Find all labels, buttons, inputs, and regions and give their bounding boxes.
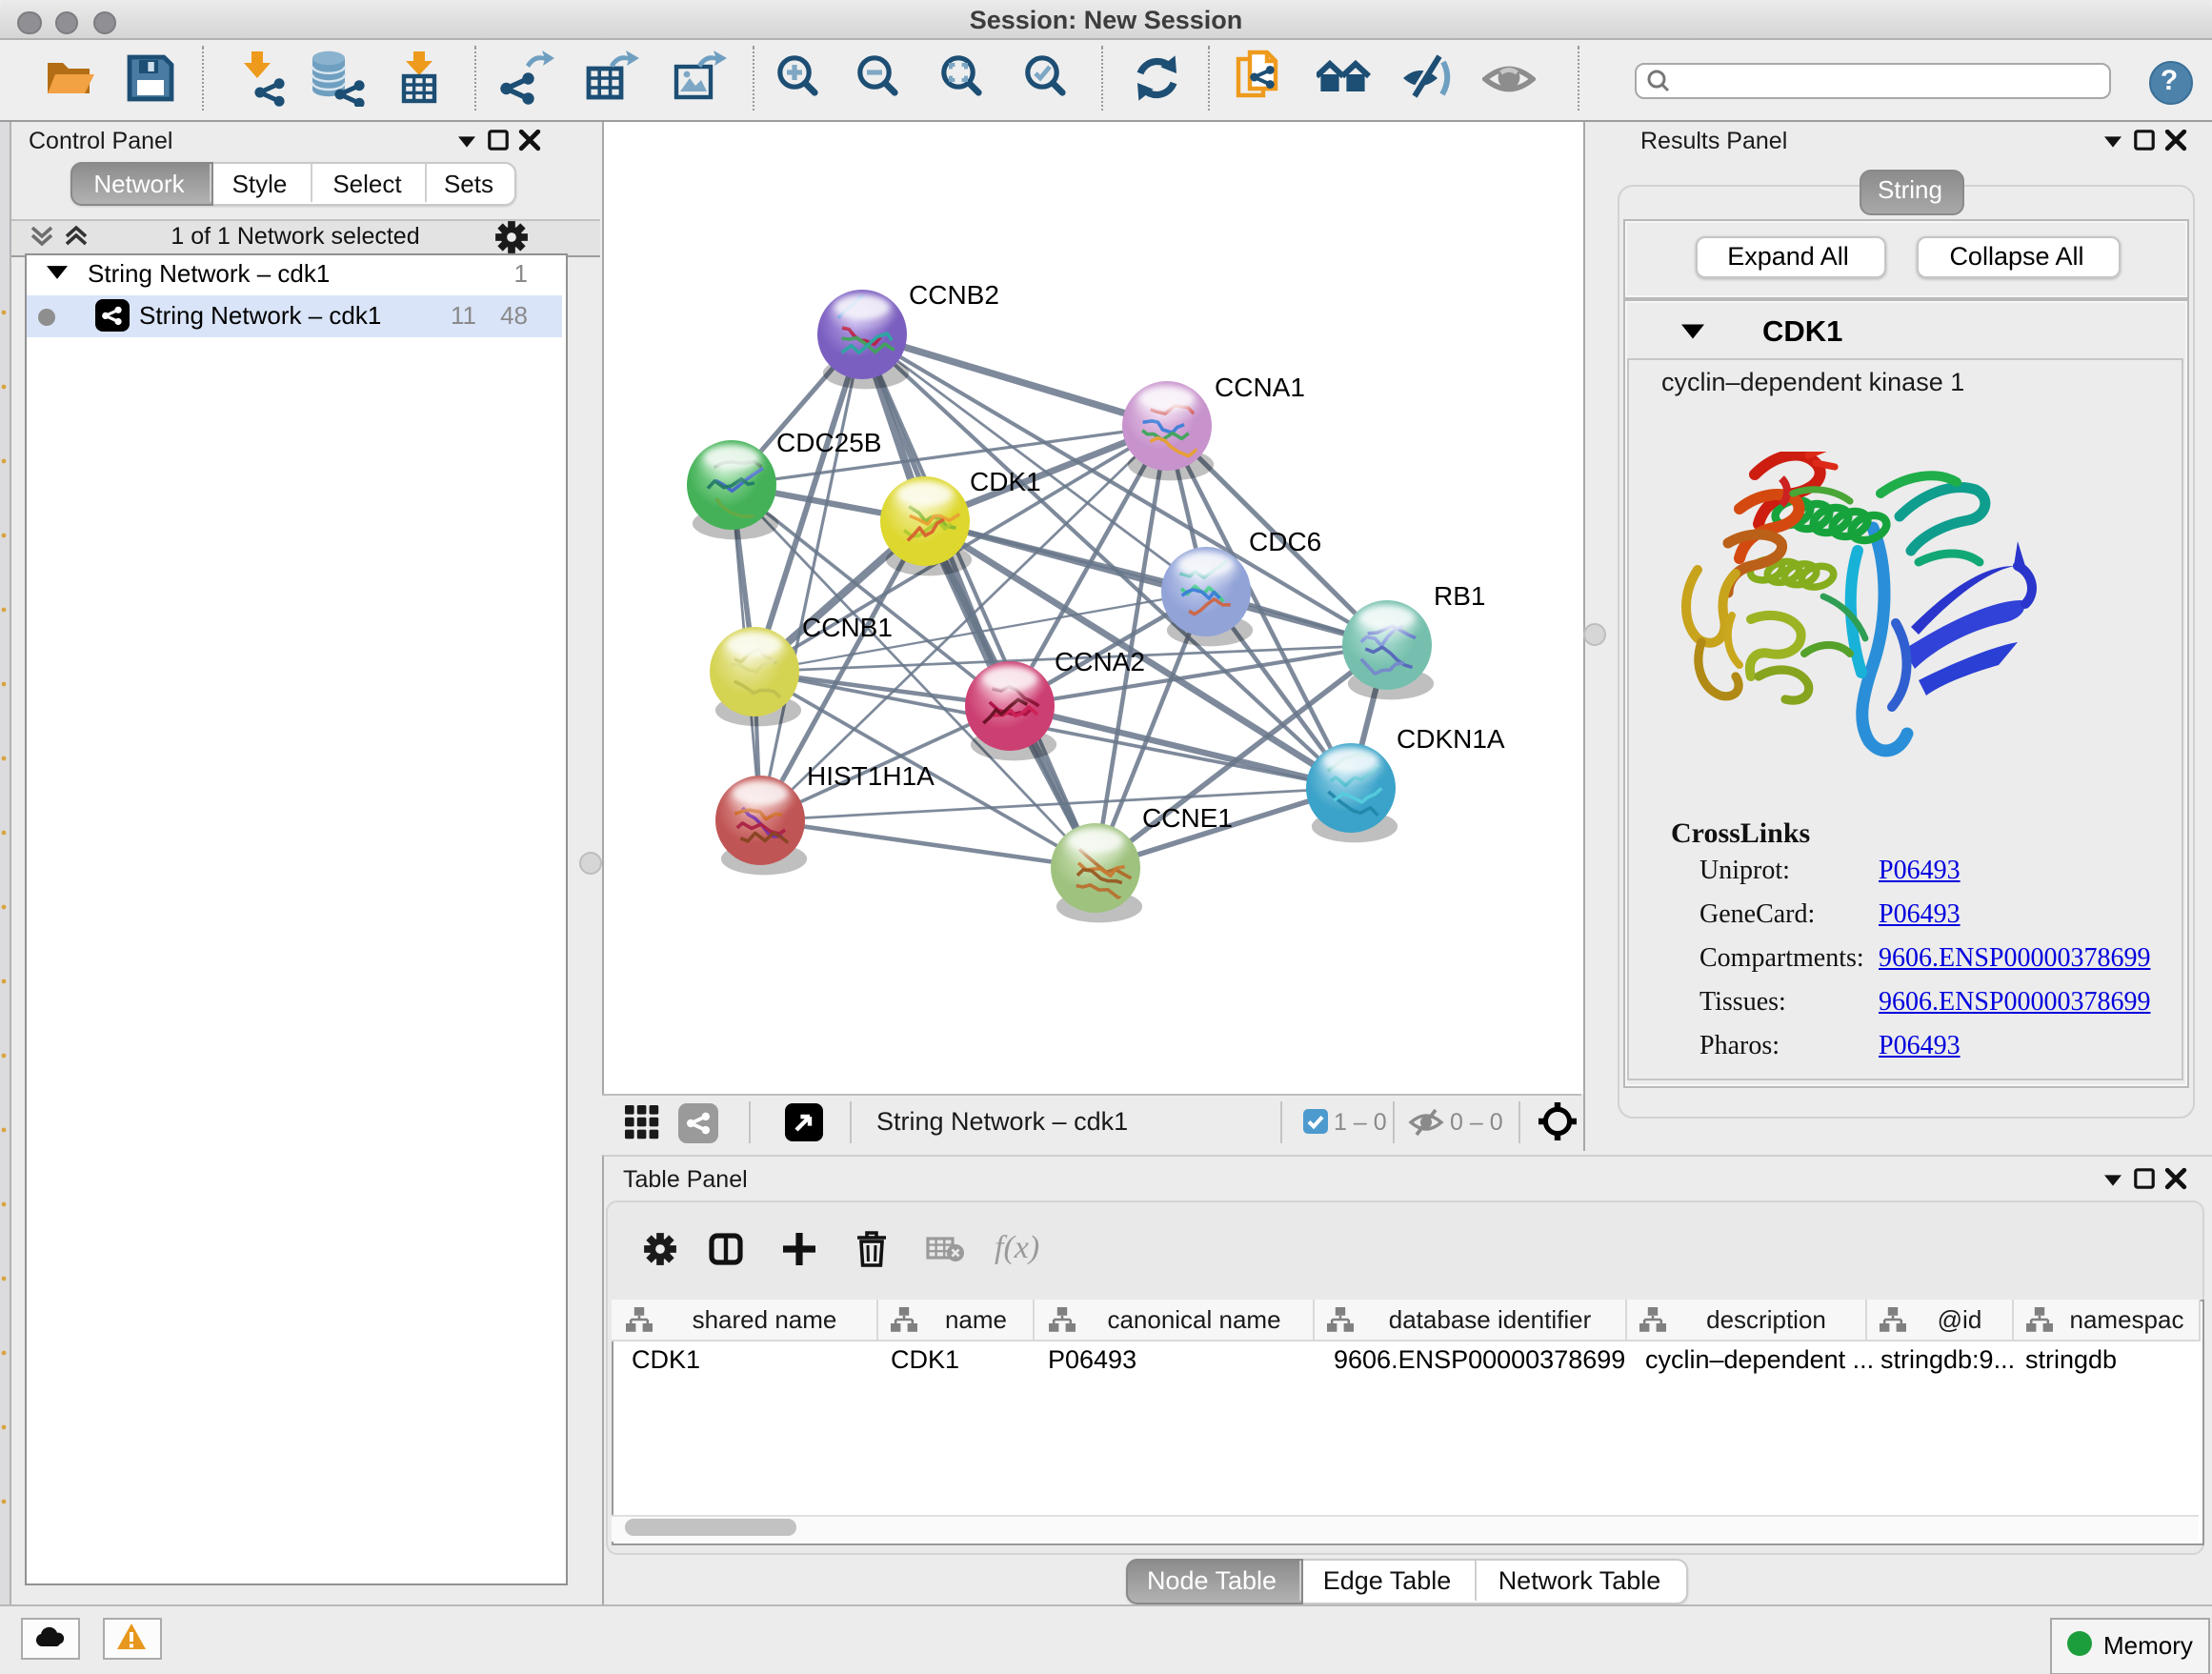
- svg-text:CCNA1: CCNA1: [1214, 372, 1304, 401]
- svg-text:CDK1: CDK1: [969, 466, 1040, 495]
- svg-text:CCNA2: CCNA2: [1054, 646, 1144, 676]
- svg-text:CDC25B: CDC25B: [775, 427, 880, 456]
- svg-text:CCNB2: CCNB2: [908, 279, 998, 309]
- svg-text:CCNE1: CCNE1: [1141, 802, 1232, 832]
- svg-text:CDKN1A: CDKN1A: [1396, 723, 1504, 753]
- svg-text:CDC6: CDC6: [1248, 526, 1320, 555]
- svg-text:HIST1H1A: HIST1H1A: [806, 760, 934, 790]
- svg-text:RB1: RB1: [1433, 580, 1484, 610]
- svg-text:CCNB1: CCNB1: [801, 612, 892, 641]
